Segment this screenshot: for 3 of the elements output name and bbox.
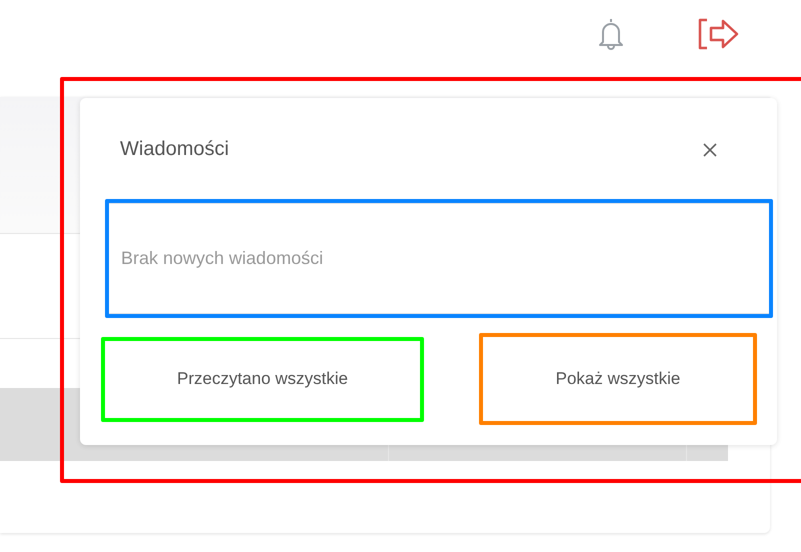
empty-message: Brak nowych wiadomości: [121, 248, 324, 269]
popup-title: Wiadomości: [120, 138, 229, 160]
close-icon[interactable]: [703, 143, 717, 157]
